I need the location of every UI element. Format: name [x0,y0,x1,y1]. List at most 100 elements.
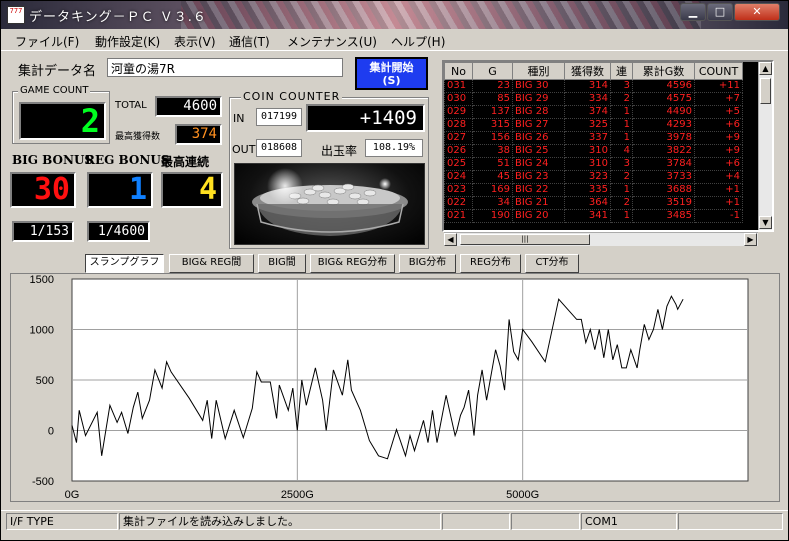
cell-g: 85 [472,92,513,106]
table-row[interactable]: 024 45 BIG 23 323 2 3733 +4 [444,170,743,184]
cell-no: 023 [444,183,473,197]
cell-total-g: 4293 [632,118,695,132]
cell-count: +1 [694,183,743,197]
cell-type: BIG 27 [512,118,565,132]
table-row[interactable]: 028 315 BIG 27 325 1 4293 +6 [444,118,743,132]
col-streak-header[interactable]: 連 [610,62,633,80]
cell-streak: 1 [610,209,633,223]
title-bar[interactable]: 777 データキング－ＰＣ Ｖ３.６ ▁ □ ✕ [1,1,788,29]
start-button-label: 集計開始 (S) [369,61,414,87]
table-row[interactable]: 030 85 BIG 29 334 2 4575 +7 [444,92,743,106]
minimize-icon: ▁ [688,5,698,18]
menu-communication[interactable]: 通信(T) [229,33,270,50]
cell-total-g: 3978 [632,131,695,145]
cell-g: 137 [472,105,513,119]
table-body: 031 23 BIG 30 314 3 4596 +11 030 85 BIG 29 334 2 457… [444,79,743,223]
cell-streak: 1 [610,118,633,132]
menu-maintenance[interactable]: メンテナンス(U) [287,33,377,50]
table-horizontal-scrollbar[interactable]: ◀ ||| ▶ [444,232,758,246]
table-row[interactable]: 022 34 BIG 21 364 2 3519 +1 [444,196,743,210]
tab-slump-graph[interactable]: スランプグラフ [85,254,164,273]
cell-streak: 3 [610,79,633,93]
file-name-label: 集計データ名 [18,64,97,79]
cell-type: BIG 28 [512,105,565,119]
col-no-header[interactable]: No [444,62,473,80]
y-tick-label: 1000 [30,325,54,337]
tab-big-reg-interval[interactable]: BIG& REG間 [169,254,254,273]
cell-type: BIG 30 [512,79,565,93]
table-row[interactable]: 027 156 BIG 26 337 1 3978 +9 [444,131,743,145]
vertical-scroll-thumb[interactable] [760,78,771,104]
horizontal-scroll-thumb[interactable]: ||| [460,234,590,245]
cell-count: +9 [694,144,743,158]
maximize-button[interactable]: □ [707,3,733,21]
cell-gain: 325 [564,118,611,132]
scroll-down-icon[interactable]: ▼ [759,216,772,229]
cell-streak: 3 [610,157,633,171]
cell-no: 027 [444,131,473,145]
table-row[interactable]: 025 51 BIG 24 310 3 3784 +6 [444,157,743,171]
cell-gain: 310 [564,144,611,158]
cell-gain: 314 [564,79,611,93]
menu-view[interactable]: 表示(V) [174,33,216,50]
tab-ct-distribution[interactable]: CT分布 [525,254,579,273]
table-row[interactable]: 026 38 BIG 25 310 4 3822 +9 [444,144,743,158]
col-total-g-header[interactable]: 累計G数 [632,62,695,80]
bonus-history-table[interactable]: No G 種別 獲得数 連 累計G数 COUNT 031 23 BIG 30 314 3… [442,60,774,232]
big-probability-display: 1/153 [12,221,74,242]
cell-type: BIG 26 [512,131,565,145]
table-row[interactable]: 023 169 BIG 22 335 1 3688 +1 [444,183,743,197]
tab-big-distribution[interactable]: BIG分布 [399,254,456,273]
y-tick-label: 0 [48,426,54,438]
scroll-left-icon[interactable]: ◀ [444,233,457,246]
cell-total-g: 4575 [632,92,695,106]
col-g-header[interactable]: G [472,62,513,80]
tab-big-reg-distribution[interactable]: BIG& REG分布 [310,254,395,273]
app-icon[interactable]: 777 [7,6,25,24]
status-bar: I/F TYPE 集計ファイルを読み込みしました。 COM1 [1,510,788,540]
table-row[interactable]: 021 190 BIG 20 341 1 3485 -1 [444,209,743,223]
scroll-right-icon[interactable]: ▶ [744,233,757,246]
reg-probability-display: 1/4600 [87,221,150,242]
cell-g: 23 [472,79,513,93]
cell-no: 030 [444,92,473,106]
max-gain-label: 最高獲得数 [115,132,161,142]
y-tick-label: 1500 [30,274,54,286]
menu-help[interactable]: ヘルプ(H) [391,33,445,50]
x-tick-label: 2500G [281,489,314,501]
table-row[interactable]: 029 137 BIG 28 374 1 4490 +5 [444,105,743,119]
tab-reg-distribution[interactable]: REG分布 [460,254,521,273]
close-button[interactable]: ✕ [734,3,780,21]
bonus-history-grid: No G 種別 獲得数 連 累計G数 COUNT 031 23 BIG 30 314 3… [444,62,743,223]
cell-streak: 2 [610,92,633,106]
cell-count: +1 [694,196,743,210]
table-vertical-scrollbar[interactable]: ▲ ▼ [758,62,772,230]
col-count-header[interactable]: COUNT [694,62,743,80]
cell-count: +5 [694,105,743,119]
total-display: 4600 [155,96,222,117]
cell-total-g: 3688 [632,183,695,197]
cell-total-g: 3519 [632,196,695,210]
minimize-button[interactable]: ▁ [680,3,706,21]
file-name-field[interactable]: 河童の湯7R [107,58,343,77]
cell-count: +6 [694,157,743,171]
status-panel-empty-3 [678,513,783,530]
scroll-up-icon[interactable]: ▲ [759,62,772,75]
cell-type: BIG 29 [512,92,565,106]
cell-total-g: 4596 [632,79,695,93]
table-row[interactable]: 031 23 BIG 30 314 3 4596 +11 [444,79,743,93]
cell-no: 021 [444,209,473,223]
menu-settings[interactable]: 動作設定(K) [95,33,160,50]
col-type-header[interactable]: 種別 [512,62,565,80]
y-tick-label: 500 [36,375,54,387]
cell-total-g: 4490 [632,105,695,119]
maximize-icon: □ [714,5,726,18]
cell-g: 34 [472,196,513,210]
coin-out-value: 018608 [256,139,302,157]
start-aggregate-button[interactable]: 集計開始 (S) [355,57,428,90]
cell-g: 156 [472,131,513,145]
menu-file[interactable]: ファイル(F) [15,33,79,50]
col-gain-header[interactable]: 獲得数 [564,62,611,80]
tab-big-interval[interactable]: BIG間 [258,254,306,273]
x-tick-label: 5000G [506,489,539,501]
